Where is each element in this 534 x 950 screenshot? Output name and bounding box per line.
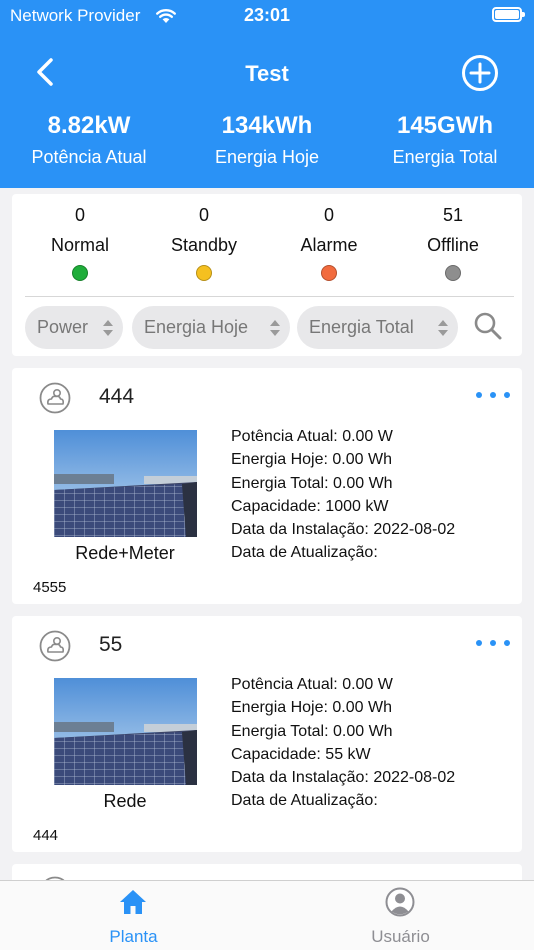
detail-update-date: Data de Atualização: (231, 544, 378, 562)
sort-icon (103, 320, 113, 336)
sort-icon (438, 320, 448, 336)
chip-label: Energia Total (309, 317, 414, 337)
more-options-button[interactable] (473, 638, 513, 650)
add-plant-button[interactable] (460, 53, 500, 93)
status-count: 0 (198, 205, 209, 225)
plant-code: 444 (33, 827, 59, 844)
plant-weather-icon (39, 630, 71, 662)
stat-energy-today: 134kWh Energia Hoje (178, 112, 356, 169)
home-icon (120, 890, 146, 914)
status-count: 0 (323, 205, 334, 225)
status-standby[interactable]: 0 Standby (142, 204, 266, 281)
plant-type: Rede (103, 791, 147, 811)
stat-energy-total: 145GWh Energia Total (356, 112, 534, 169)
divider (25, 296, 514, 297)
plant-weather-icon (39, 382, 71, 414)
detail-install-date: Data da Instalação: 2022-08-02 (231, 769, 456, 787)
stat-label: Energia Hoje (214, 147, 320, 167)
status-label: Normal (50, 235, 109, 255)
status-count: 0 (74, 205, 85, 225)
status-bar: Network Provider 23:01 (0, 0, 534, 32)
detail-install-date: Data da Instalação: 2022-08-02 (231, 521, 456, 539)
more-options-button[interactable] (473, 390, 513, 402)
plant-name: 444 (99, 385, 135, 408)
tab-usuario[interactable]: Usuário (267, 881, 534, 950)
detail-energy-today: Energia Hoje: 0.00 Wh (231, 699, 392, 717)
stat-label: Potência Atual (31, 147, 147, 167)
detail-update-date: Data de Atualização: (231, 792, 378, 810)
stat-value: 145GWh (396, 112, 494, 139)
status-alarm[interactable]: 0 Alarme (267, 204, 391, 281)
detail-capacity: Capacidade: 55 kW (231, 745, 371, 763)
status-normal[interactable]: 0 Normal (18, 204, 142, 281)
detail-capacity: Capacidade: 1000 kW (231, 497, 389, 515)
search-icon[interactable] (472, 310, 504, 342)
stat-current-power: 8.82kW Potência Atual (0, 112, 178, 169)
sort-icon (270, 320, 280, 336)
sort-energy-today-chip[interactable]: Energia Hoje (132, 306, 290, 349)
clock: 23:01 (243, 5, 291, 25)
plant-photo (54, 430, 197, 537)
status-count: 51 (442, 205, 464, 225)
stat-value: 134kWh (221, 112, 313, 139)
status-offline[interactable]: 51 Offline (391, 204, 515, 281)
sort-energy-total-chip[interactable]: Energia Total (297, 306, 458, 349)
tab-label: Usuário (371, 927, 430, 946)
sort-power-chip[interactable]: Power (25, 306, 123, 349)
stat-label: Energia Total (392, 147, 498, 167)
tab-bar: Planta Usuário (0, 880, 534, 950)
plant-card[interactable]: 55 Rede Potência Atual: 0.00 W Energia H… (12, 616, 522, 852)
status-summary-card: 0 Normal 0 Standby 0 Alarme 51 Offline P… (12, 194, 522, 356)
detail-current-power: Potência Atual: 0.00 W (231, 428, 393, 445)
plant-type: Rede+Meter (75, 543, 175, 563)
status-dot-gray (445, 265, 461, 281)
plant-photo (54, 678, 197, 785)
plant-details: Potência Atual: 0.00 W Energia Hoje: 0.0… (231, 425, 455, 565)
header: Network Provider 23:01 Test 8.82kW Potên… (0, 0, 534, 188)
tab-label: Planta (109, 927, 158, 946)
chip-label: Energia Hoje (144, 317, 249, 337)
plant-details: Potência Atual: 0.00 W Energia Hoje: 0.0… (231, 673, 455, 813)
status-dot-yellow (196, 265, 212, 281)
status-label: Alarme (300, 235, 358, 255)
status-label: Offline (427, 235, 479, 255)
detail-energy-total: Energia Total: 0.00 Wh (231, 722, 393, 740)
detail-energy-total: Energia Total: 0.00 Wh (231, 474, 393, 492)
plant-code: 4555 (33, 579, 67, 596)
battery-icon (492, 7, 525, 22)
page-title: Test (245, 61, 289, 86)
chip-label: Power (37, 317, 89, 337)
status-dot-green (72, 265, 88, 281)
status-dot-orange (321, 265, 337, 281)
plant-card[interactable]: 444 Rede+Meter Potência Atual: 0.00 W En… (12, 368, 522, 604)
detail-energy-today: Energia Hoje: 0.00 Wh (231, 451, 392, 469)
plant-name: 55 (99, 633, 123, 656)
detail-current-power: Potência Atual: 0.00 W (231, 676, 393, 693)
tab-planta[interactable]: Planta (0, 881, 267, 950)
status-label: Standby (170, 235, 238, 255)
user-icon (385, 887, 415, 917)
stat-value: 8.82kW (47, 112, 131, 139)
